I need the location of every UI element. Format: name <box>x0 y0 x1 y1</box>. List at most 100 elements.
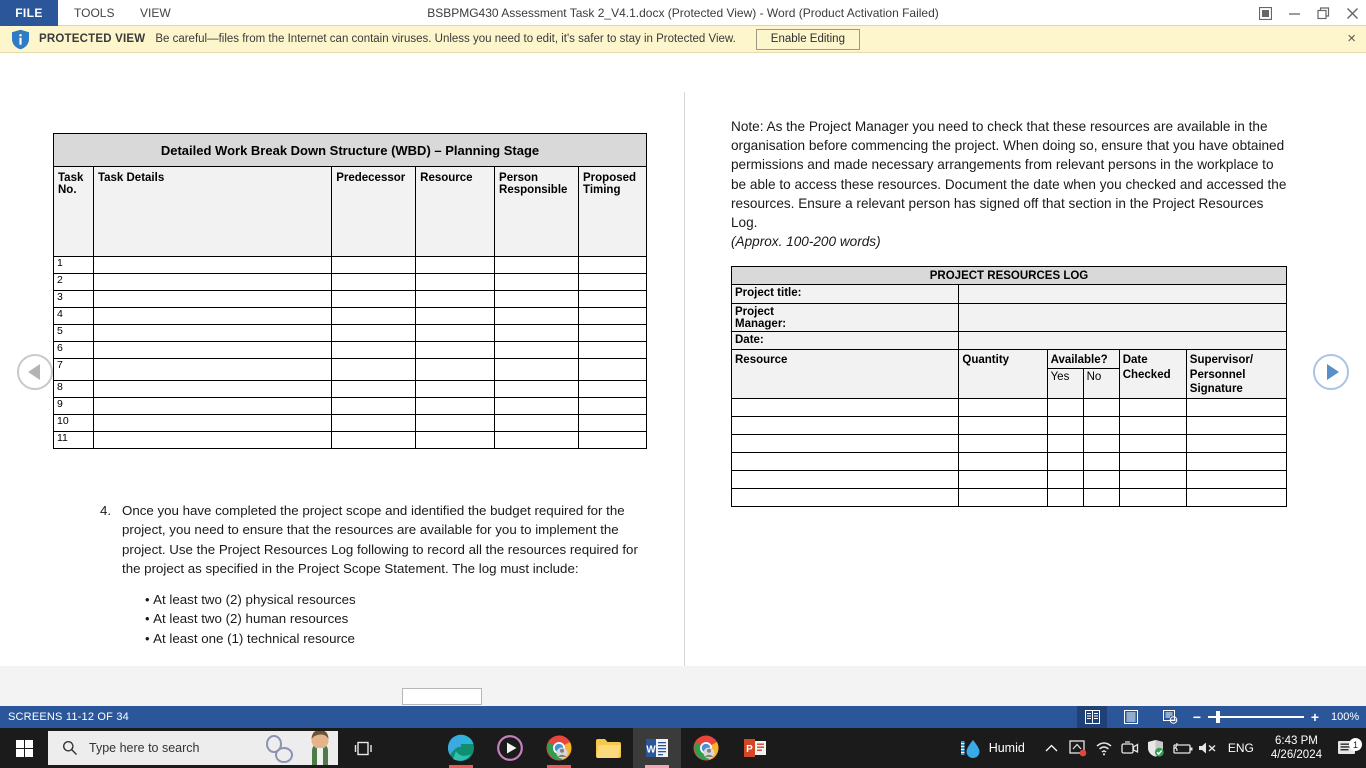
prl-cell-date[interactable] <box>1119 434 1186 452</box>
windows-start-icon[interactable] <box>0 728 48 768</box>
wbs-cell-predecessor[interactable] <box>332 257 416 274</box>
prl-cell-signature[interactable] <box>1186 452 1286 470</box>
prl-cell-quantity[interactable] <box>959 488 1047 506</box>
wbs-cell-resource[interactable] <box>416 359 495 381</box>
prl-cell-yes[interactable] <box>1047 452 1083 470</box>
wbs-table[interactable]: Detailed Work Break Down Structure (WBD)… <box>53 133 647 449</box>
wbs-cell-timing[interactable] <box>579 257 647 274</box>
table-row[interactable]: 8 <box>54 381 647 398</box>
prl-project-manager-value[interactable] <box>959 304 1287 332</box>
wbs-cell-details[interactable] <box>93 257 331 274</box>
prl-cell-yes[interactable] <box>1047 434 1083 452</box>
wbs-cell-predecessor[interactable] <box>332 381 416 398</box>
language-indicator[interactable]: ENG <box>1228 741 1254 755</box>
wbs-cell-details[interactable] <box>93 398 331 415</box>
zoom-level-label[interactable]: 100% <box>1331 711 1359 723</box>
wbs-cell-timing[interactable] <box>579 398 647 415</box>
wbs-cell-details[interactable] <box>93 325 331 342</box>
wbs-cell-predecessor[interactable] <box>332 291 416 308</box>
prl-cell-no[interactable] <box>1083 470 1119 488</box>
wbs-cell-details[interactable] <box>93 274 331 291</box>
prl-cell-date[interactable] <box>1119 416 1186 434</box>
wbs-cell-details[interactable] <box>93 381 331 398</box>
microsoft-powerpoint-icon[interactable]: P <box>731 728 779 768</box>
prl-cell-quantity[interactable] <box>959 470 1047 488</box>
camera-icon[interactable] <box>1117 741 1143 755</box>
task-view-icon[interactable] <box>340 728 388 768</box>
table-row[interactable]: 5 <box>54 325 647 342</box>
wbs-cell-person[interactable] <box>495 274 579 291</box>
action-center-icon[interactable]: 1 <box>1328 739 1366 757</box>
prl-cell-no[interactable] <box>1083 398 1119 416</box>
wbs-cell-person[interactable] <box>495 308 579 325</box>
wbs-cell-person[interactable] <box>495 398 579 415</box>
table-row[interactable] <box>732 434 1287 452</box>
prl-project-title-row[interactable]: Project title: <box>732 285 1287 304</box>
zoom-in-button[interactable]: + <box>1308 709 1322 725</box>
prl-cell-signature[interactable] <box>1186 398 1286 416</box>
wbs-cell-predecessor[interactable] <box>332 359 416 381</box>
table-row[interactable]: 1 <box>54 257 647 274</box>
wbs-cell-resource[interactable] <box>416 291 495 308</box>
previous-page-arrow[interactable] <box>17 354 53 390</box>
prl-cell-signature[interactable] <box>1186 434 1286 452</box>
floating-text-box[interactable] <box>402 688 482 705</box>
close-protected-view-icon[interactable]: × <box>1347 31 1356 47</box>
prl-cell-date[interactable] <box>1119 488 1186 506</box>
restore-icon[interactable] <box>1308 0 1338 26</box>
wbs-cell-timing[interactable] <box>579 415 647 432</box>
onedrive-icon[interactable] <box>1065 739 1091 757</box>
prl-cell-date[interactable] <box>1119 452 1186 470</box>
wbs-cell-predecessor[interactable] <box>332 415 416 432</box>
tab-view[interactable]: VIEW <box>128 0 183 26</box>
prl-cell-resource[interactable] <box>732 452 959 470</box>
wbs-cell-details[interactable] <box>93 308 331 325</box>
table-row[interactable] <box>732 452 1287 470</box>
prl-cell-signature[interactable] <box>1186 470 1286 488</box>
wbs-cell-predecessor[interactable] <box>332 325 416 342</box>
search-input[interactable]: Type here to search <box>48 731 338 765</box>
wbs-cell-predecessor[interactable] <box>332 274 416 291</box>
table-row[interactable]: 7 <box>54 359 647 381</box>
wbs-cell-resource[interactable] <box>416 257 495 274</box>
media-player-icon[interactable] <box>486 728 534 768</box>
table-row[interactable] <box>732 416 1287 434</box>
wbs-cell-person[interactable] <box>495 359 579 381</box>
prl-date-value[interactable] <box>959 332 1287 350</box>
print-layout-icon[interactable] <box>1116 706 1146 728</box>
microsoft-edge-icon[interactable] <box>437 728 485 768</box>
prl-cell-resource[interactable] <box>732 416 959 434</box>
table-row[interactable]: 2 <box>54 274 647 291</box>
prl-cell-yes[interactable] <box>1047 398 1083 416</box>
next-page-arrow[interactable] <box>1313 354 1349 390</box>
wbs-cell-resource[interactable] <box>416 415 495 432</box>
wbs-cell-details[interactable] <box>93 359 331 381</box>
microsoft-word-icon[interactable]: W <box>633 728 681 768</box>
prl-cell-no[interactable] <box>1083 416 1119 434</box>
file-explorer-icon[interactable] <box>584 728 632 768</box>
prl-cell-yes[interactable] <box>1047 470 1083 488</box>
table-row[interactable]: 10 <box>54 415 647 432</box>
wbs-cell-person[interactable] <box>495 432 579 449</box>
wbs-cell-timing[interactable] <box>579 432 647 449</box>
wifi-icon[interactable] <box>1091 741 1117 756</box>
wbs-cell-details[interactable] <box>93 342 331 359</box>
prl-cell-date[interactable] <box>1119 470 1186 488</box>
wbs-cell-predecessor[interactable] <box>332 432 416 449</box>
wbs-cell-resource[interactable] <box>416 308 495 325</box>
prl-project-title-value[interactable] <box>959 285 1287 304</box>
prl-cell-yes[interactable] <box>1047 416 1083 434</box>
table-row[interactable]: 9 <box>54 398 647 415</box>
minimize-icon[interactable] <box>1279 0 1309 26</box>
wbs-cell-resource[interactable] <box>416 274 495 291</box>
wbs-cell-resource[interactable] <box>416 432 495 449</box>
table-row[interactable]: 11 <box>54 432 647 449</box>
wbs-cell-timing[interactable] <box>579 308 647 325</box>
prl-cell-resource[interactable] <box>732 398 959 416</box>
document-canvas[interactable]: Detailed Work Break Down Structure (WBD)… <box>0 54 1366 706</box>
wbs-cell-resource[interactable] <box>416 325 495 342</box>
security-shield-icon[interactable] <box>1143 739 1169 757</box>
wbs-cell-timing[interactable] <box>579 381 647 398</box>
table-row[interactable] <box>732 470 1287 488</box>
prl-cell-resource[interactable] <box>732 470 959 488</box>
